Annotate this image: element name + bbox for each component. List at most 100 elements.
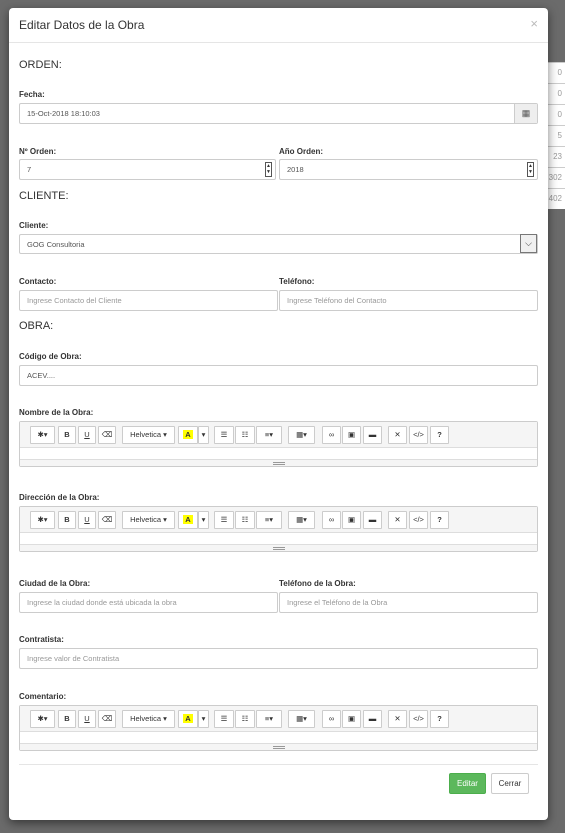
color-dropdown-icon[interactable]: ▾ <box>198 710 209 728</box>
eraser-icon[interactable]: ⌫ <box>98 710 116 728</box>
font-name-dropdown[interactable]: Helvetica ▾ <box>122 426 175 444</box>
help-button[interactable]: ? <box>430 426 449 444</box>
link-icon[interactable]: ∞ <box>322 710 341 728</box>
image-icon[interactable]: ▣ <box>342 710 361 728</box>
font-name-label: Helvetica <box>130 714 161 723</box>
calendar-icon[interactable]: ▦ <box>514 104 537 123</box>
unordered-list-icon[interactable]: ☰ <box>214 511 234 529</box>
numero-orden-value: 7 <box>27 165 32 174</box>
anio-orden-stepper-icon[interactable]: ▲ ▼ <box>527 162 534 177</box>
bold-button[interactable]: B <box>58 710 76 728</box>
editor-resize-handle[interactable] <box>20 544 537 551</box>
table-icon[interactable]: ▦▾ <box>288 511 315 529</box>
bold-button[interactable]: B <box>58 511 76 529</box>
cliente-label: Cliente: <box>19 221 49 230</box>
underline-button[interactable]: U <box>78 426 96 444</box>
magic-wand-icon[interactable]: ✱▾ <box>30 710 55 728</box>
underline-button[interactable]: U <box>78 710 96 728</box>
font-name-label: Helvetica <box>130 430 161 439</box>
video-icon[interactable]: ▬ <box>363 426 382 444</box>
ordered-list-icon[interactable]: ☷ <box>235 426 255 444</box>
link-icon[interactable]: ∞ <box>322 511 341 529</box>
telefono-placeholder: Ingrese Teléfono del Contacto <box>287 296 387 305</box>
link-icon[interactable]: ∞ <box>322 426 341 444</box>
fecha-value: 15-Oct-2018 18:10:03 <box>27 109 100 118</box>
anio-orden-label: Año Orden: <box>279 147 323 156</box>
close-icon[interactable]: × <box>530 16 538 31</box>
table-icon[interactable]: ▦▾ <box>288 710 315 728</box>
footer-divider <box>19 764 538 765</box>
telefono-label: Teléfono: <box>279 277 315 286</box>
codigo-obra-input[interactable]: ACEV.... <box>19 365 538 386</box>
contacto-input[interactable]: Ingrese Contacto del Cliente <box>19 290 278 311</box>
edit-button[interactable]: Editar <box>449 773 486 794</box>
highlight-color-icon[interactable]: A <box>178 426 198 444</box>
unordered-list-icon[interactable]: ☰ <box>214 710 234 728</box>
fullscreen-icon[interactable]: ✕ <box>388 511 407 529</box>
numero-orden-input[interactable]: 7 ▲ ▼ <box>19 159 276 180</box>
font-name-dropdown[interactable]: Helvetica ▾ <box>122 511 175 529</box>
fullscreen-icon[interactable]: ✕ <box>388 426 407 444</box>
editor-toolbar: ✱▾ B U ⌫ Helvetica ▾ A ▾ ☰ ☷ ≡▾ ▦▾ ∞ ▣ ▬ ✕ </>? <box>20 507 537 533</box>
video-icon[interactable]: ▬ <box>363 511 382 529</box>
image-icon[interactable]: ▣ <box>342 426 361 444</box>
cliente-select[interactable]: GOG Consultoria ⌵ <box>19 234 538 254</box>
contratista-input[interactable]: Ingrese valor de Contratista <box>19 648 538 669</box>
video-icon[interactable]: ▬ <box>363 710 382 728</box>
ciudad-obra-input[interactable]: Ingrese la ciudad donde está ubicada la … <box>19 592 278 613</box>
section-orden: ORDEN: <box>19 59 62 71</box>
code-view-icon[interactable]: </> <box>409 426 428 444</box>
direccion-obra-editor[interactable]: ✱▾ B U ⌫ Helvetica ▾ A ▾ ☰ ☷ ≡▾ ▦▾ ∞ ▣ ▬ ✕ </>? <box>19 506 538 552</box>
contratista-placeholder: Ingrese valor de Contratista <box>27 654 120 663</box>
section-cliente: CLIENTE: <box>19 190 69 202</box>
ordered-list-icon[interactable]: ☷ <box>235 511 255 529</box>
telefono-obra-input[interactable]: Ingrese el Teléfono de la Obra <box>279 592 538 613</box>
anio-orden-input[interactable]: 2018 ▲ ▼ <box>279 159 538 180</box>
editor-resize-handle[interactable] <box>20 459 537 466</box>
magic-wand-icon[interactable]: ✱▾ <box>30 426 55 444</box>
codigo-obra-value: ACEV.... <box>27 371 56 380</box>
fecha-input[interactable]: 15-Oct-2018 18:10:03 ▦ <box>19 103 538 124</box>
cliente-value: GOG Consultoria <box>27 240 85 249</box>
unordered-list-icon[interactable]: ☰ <box>214 426 234 444</box>
help-button[interactable]: ? <box>430 710 449 728</box>
editor-resize-handle[interactable] <box>20 743 537 750</box>
table-icon[interactable]: ▦▾ <box>288 426 315 444</box>
highlight-color-icon[interactable]: A <box>178 511 198 529</box>
anio-orden-value: 2018 <box>287 165 304 174</box>
fullscreen-icon[interactable]: ✕ <box>388 710 407 728</box>
editor-toolbar: ✱▾ B U ⌫ Helvetica ▾ A ▾ ☰ ☷ ≡▾ ▦▾ ∞ ▣ ▬ ✕ </>? <box>20 422 537 448</box>
chevron-down-icon[interactable]: ⌵ <box>520 234 537 253</box>
magic-wand-icon[interactable]: ✱▾ <box>30 511 55 529</box>
font-name-dropdown[interactable]: Helvetica ▾ <box>122 710 175 728</box>
numero-orden-stepper-icon[interactable]: ▲ ▼ <box>265 162 272 177</box>
dialog-header: Editar Datos de la Obra × <box>9 8 548 43</box>
align-dropdown-icon[interactable]: ≡▾ <box>256 710 282 728</box>
image-icon[interactable]: ▣ <box>342 511 361 529</box>
dialog-title: Editar Datos de la Obra <box>19 18 145 32</box>
code-view-icon[interactable]: </> <box>409 710 428 728</box>
ordered-list-icon[interactable]: ☷ <box>235 710 255 728</box>
eraser-icon[interactable]: ⌫ <box>98 426 116 444</box>
contacto-placeholder: Ingrese Contacto del Cliente <box>27 296 122 305</box>
color-dropdown-icon[interactable]: ▾ <box>198 426 209 444</box>
align-dropdown-icon[interactable]: ≡▾ <box>256 426 282 444</box>
eraser-icon[interactable]: ⌫ <box>98 511 116 529</box>
comentario-editor[interactable]: ✱▾ B U ⌫ Helvetica ▾ A ▾ ☰ ☷ ≡▾ ▦▾ ∞ ▣ ▬ ✕ </>? <box>19 705 538 751</box>
contacto-label: Contacto: <box>19 277 57 286</box>
bold-button[interactable]: B <box>58 426 76 444</box>
underline-button[interactable]: U <box>78 511 96 529</box>
nombre-obra-editor[interactable]: ✱▾ B U ⌫ Helvetica ▾ A ▾ ☰ ☷ ≡▾ ▦▾ ∞ ▣ ▬ ✕ </>? <box>19 421 538 467</box>
telefono-obra-placeholder: Ingrese el Teléfono de la Obra <box>287 598 388 607</box>
highlight-color-icon[interactable]: A <box>178 710 198 728</box>
font-name-label: Helvetica <box>130 515 161 524</box>
color-dropdown-icon[interactable]: ▾ <box>198 511 209 529</box>
help-button[interactable]: ? <box>430 511 449 529</box>
telefono-input[interactable]: Ingrese Teléfono del Contacto <box>279 290 538 311</box>
grip-icon <box>273 462 285 465</box>
edit-obra-dialog: Editar Datos de la Obra × ORDEN: Fecha: … <box>9 8 548 820</box>
numero-orden-label: Nº Orden: <box>19 147 57 156</box>
align-dropdown-icon[interactable]: ≡▾ <box>256 511 282 529</box>
close-button[interactable]: Cerrar <box>491 773 529 794</box>
code-view-icon[interactable]: </> <box>409 511 428 529</box>
